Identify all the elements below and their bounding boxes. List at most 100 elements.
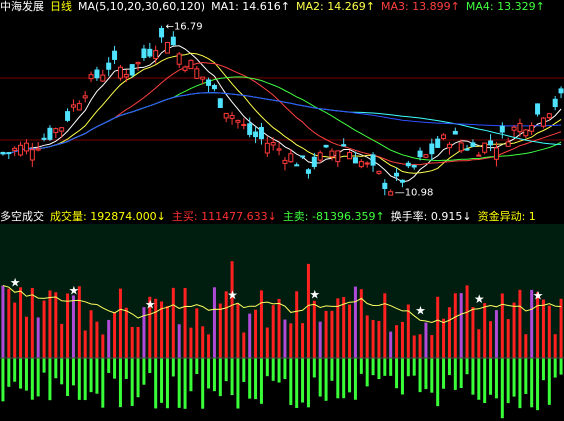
buy-volume-bar[interactable] xyxy=(113,312,117,358)
sell-volume-bar[interactable] xyxy=(71,358,75,386)
sell-volume-bar[interactable] xyxy=(489,358,493,395)
sell-volume-bar[interactable] xyxy=(189,358,193,392)
buy-volume-bar[interactable] xyxy=(189,327,193,358)
sell-volume-bar[interactable] xyxy=(1,358,5,402)
sell-volume-bar[interactable] xyxy=(60,358,64,385)
sell-volume-bar[interactable] xyxy=(89,358,93,393)
sell-volume-bar[interactable] xyxy=(547,358,551,405)
buy-volume-bar[interactable] xyxy=(95,321,99,358)
buy-volume-bar[interactable] xyxy=(101,334,105,358)
sell-volume-bar[interactable] xyxy=(541,358,545,381)
buy-volume-bar[interactable] xyxy=(19,287,23,358)
buy-volume-bar[interactable] xyxy=(136,326,140,358)
buy-volume-bar[interactable] xyxy=(383,293,387,358)
sell-volume-bar[interactable] xyxy=(353,358,357,400)
sell-volume-bar[interactable] xyxy=(30,358,34,400)
buy-volume-bar[interactable] xyxy=(218,303,222,358)
sell-volume-bar[interactable] xyxy=(306,358,310,408)
sell-volume-bar[interactable] xyxy=(160,358,164,403)
buy-volume-bar[interactable] xyxy=(89,310,93,358)
sell-volume-bar[interactable] xyxy=(453,358,457,390)
sell-volume-bar[interactable] xyxy=(530,358,534,408)
buy-volume-bar[interactable] xyxy=(30,287,34,358)
sell-volume-bar[interactable] xyxy=(212,358,216,392)
buy-volume-bar[interactable] xyxy=(301,323,305,358)
buy-volume-bar[interactable] xyxy=(465,285,469,358)
sell-volume-bar[interactable] xyxy=(342,358,346,399)
sell-volume-bar[interactable] xyxy=(365,358,369,387)
buy-volume-bar[interactable] xyxy=(271,305,275,358)
buy-volume-bar[interactable] xyxy=(83,330,87,358)
sell-volume-bar[interactable] xyxy=(13,358,17,382)
buy-volume-bar[interactable] xyxy=(295,291,299,358)
sell-volume-bar[interactable] xyxy=(207,358,211,389)
buy-volume-bar[interactable] xyxy=(424,322,428,358)
buy-volume-bar[interactable] xyxy=(447,307,451,358)
buy-volume-bar[interactable] xyxy=(277,298,281,358)
sell-volume-bar[interactable] xyxy=(406,358,410,377)
buy-volume-bar[interactable] xyxy=(201,326,205,358)
buy-volume-bar[interactable] xyxy=(306,263,310,358)
buy-volume-bar[interactable] xyxy=(559,298,563,358)
sell-volume-bar[interactable] xyxy=(236,358,240,409)
buy-volume-bar[interactable] xyxy=(1,285,5,358)
sell-volume-bar[interactable] xyxy=(277,358,281,383)
sell-volume-bar[interactable] xyxy=(66,358,70,397)
buy-volume-bar[interactable] xyxy=(553,334,557,358)
buy-volume-bar[interactable] xyxy=(318,321,322,358)
sell-volume-bar[interactable] xyxy=(118,358,122,408)
volume-chart[interactable]: ★ ★ ★ ★ ★ ★ ★ ★ xyxy=(0,0,564,421)
buy-volume-bar[interactable] xyxy=(389,331,393,358)
sell-volume-bar[interactable] xyxy=(224,358,228,382)
sell-volume-bar[interactable] xyxy=(171,358,175,377)
sell-volume-bar[interactable] xyxy=(113,358,117,379)
sell-volume-bar[interactable] xyxy=(477,358,481,400)
buy-volume-bar[interactable] xyxy=(207,334,211,358)
buy-volume-bar[interactable] xyxy=(265,327,269,358)
sell-volume-bar[interactable] xyxy=(348,358,352,393)
sell-volume-bar[interactable] xyxy=(124,358,128,379)
sell-volume-bar[interactable] xyxy=(295,358,299,409)
sell-volume-bar[interactable] xyxy=(283,358,287,380)
sell-volume-bar[interactable] xyxy=(165,358,169,409)
buy-volume-bar[interactable] xyxy=(177,324,181,358)
sell-volume-bar[interactable] xyxy=(259,358,263,404)
sell-volume-bar[interactable] xyxy=(430,358,434,393)
sell-volume-bar[interactable] xyxy=(506,358,510,404)
buy-volume-bar[interactable] xyxy=(54,292,58,358)
sell-volume-bar[interactable] xyxy=(412,358,416,376)
buy-volume-bar[interactable] xyxy=(453,293,457,358)
sell-volume-bar[interactable] xyxy=(42,358,46,373)
sell-volume-bar[interactable] xyxy=(289,358,293,405)
sell-volume-bar[interactable] xyxy=(177,358,181,408)
sell-volume-bar[interactable] xyxy=(389,358,393,376)
buy-volume-bar[interactable] xyxy=(230,261,234,358)
sell-volume-bar[interactable] xyxy=(271,358,275,381)
buy-volume-bar[interactable] xyxy=(130,326,134,358)
sell-volume-bar[interactable] xyxy=(524,358,528,394)
sell-volume-bar[interactable] xyxy=(359,358,363,374)
buy-volume-bar[interactable] xyxy=(400,321,404,358)
sell-volume-bar[interactable] xyxy=(7,358,11,387)
sell-volume-bar[interactable] xyxy=(248,358,252,399)
sell-volume-bar[interactable] xyxy=(512,358,516,397)
sell-volume-bar[interactable] xyxy=(54,358,58,379)
sell-volume-bar[interactable] xyxy=(559,358,563,375)
buy-volume-bar[interactable] xyxy=(353,286,357,358)
buy-volume-bar[interactable] xyxy=(160,301,164,358)
buy-volume-bar[interactable] xyxy=(71,295,75,358)
buy-volume-bar[interactable] xyxy=(248,313,252,358)
sell-volume-bar[interactable] xyxy=(36,358,40,397)
buy-volume-bar[interactable] xyxy=(477,329,481,358)
buy-volume-bar[interactable] xyxy=(330,310,334,358)
buy-volume-bar[interactable] xyxy=(395,325,399,358)
sell-volume-bar[interactable] xyxy=(436,358,440,407)
sell-volume-bar[interactable] xyxy=(336,358,340,399)
sell-volume-bar[interactable] xyxy=(107,358,111,373)
buy-volume-bar[interactable] xyxy=(436,296,440,358)
buy-volume-bar[interactable] xyxy=(430,335,434,358)
buy-volume-bar[interactable] xyxy=(171,287,175,358)
buy-volume-bar[interactable] xyxy=(342,297,346,358)
buy-volume-bar[interactable] xyxy=(183,288,187,358)
sell-volume-bar[interactable] xyxy=(201,358,205,409)
